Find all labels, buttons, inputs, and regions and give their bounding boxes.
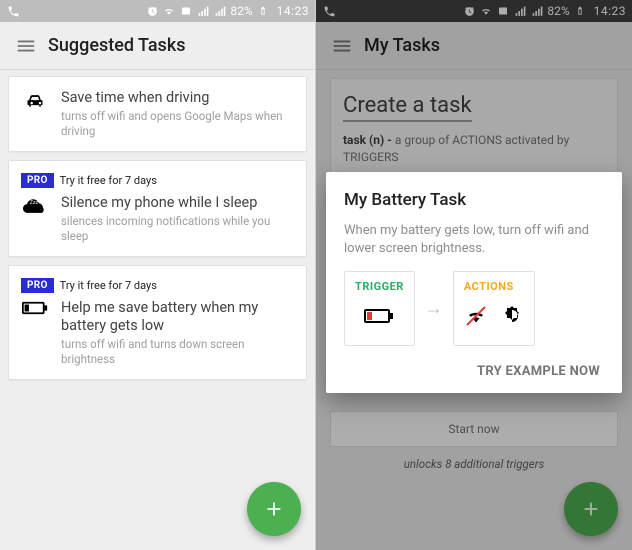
task-subtitle: turns off wifi and turns down screen bri… <box>61 337 294 367</box>
phone-icon <box>6 4 20 18</box>
menu-icon[interactable] <box>8 28 44 64</box>
battery-pct: 82% <box>230 4 252 18</box>
dialog-diagram: TRIGGER → ACTIONS <box>344 271 604 346</box>
dialog-title: My Battery Task <box>344 190 604 210</box>
task-title: Silence my phone while I sleep <box>61 194 294 212</box>
svg-text:Zzz: Zzz <box>30 200 39 206</box>
task-title: Save time when driving <box>61 89 294 107</box>
battery-low-icon <box>21 301 49 315</box>
task-subtitle: turns off wifi and opens Google Maps whe… <box>61 109 294 139</box>
arrow-icon: → <box>425 298 443 319</box>
dialog-description: When my battery gets low, turn off wifi … <box>344 222 604 257</box>
clock-text: 14:23 <box>277 4 309 18</box>
pro-badge: PRO <box>21 278 54 293</box>
task-card[interactable]: Save time when driving turns off wifi an… <box>8 76 307 152</box>
trigger-box: TRIGGER <box>344 271 415 346</box>
screen-suggested-tasks: 82% 14:23 Suggested Tasks Save time when… <box>0 0 316 550</box>
car-icon <box>21 91 49 111</box>
battery-icon <box>256 4 270 18</box>
alarm-icon <box>145 4 159 18</box>
wifi-off-icon <box>464 304 488 332</box>
task-card[interactable]: PRO Try it free for 7 days Help me save … <box>8 265 307 380</box>
trial-text: Try it free for 7 days <box>60 174 157 187</box>
brightness-icon <box>500 304 524 332</box>
task-title: Help me save battery when my battery get… <box>61 299 294 335</box>
pro-badge: PRO <box>21 173 54 188</box>
actions-box: ACTIONS <box>453 271 535 346</box>
task-subtitle: silences incoming notifications while yo… <box>61 214 294 244</box>
trial-text: Try it free for 7 days <box>60 279 157 292</box>
task-card[interactable]: PRO Try it free for 7 days Zzz Silence m… <box>8 160 307 257</box>
example-dialog: My Battery Task When my battery gets low… <box>326 172 622 393</box>
screen-my-tasks: 82% 14:23 My Tasks Create a task task (n… <box>316 0 632 550</box>
try-example-button[interactable]: TRY EXAMPLE NOW <box>344 354 604 383</box>
add-fab[interactable] <box>247 482 301 536</box>
trigger-label: TRIGGER <box>355 280 404 293</box>
sleep-cloud-icon: Zzz <box>21 196 49 214</box>
suggested-list: Save time when driving turns off wifi an… <box>0 70 315 394</box>
wifi-icon <box>162 4 176 18</box>
signal2-icon <box>213 4 227 18</box>
status-bar: 82% 14:23 <box>0 0 315 22</box>
actions-label: ACTIONS <box>464 280 524 293</box>
page-title: Suggested Tasks <box>48 35 185 56</box>
battery-low-icon <box>364 308 394 328</box>
app-bar: Suggested Tasks <box>0 22 315 70</box>
card-icon <box>179 4 193 18</box>
signal-icon <box>196 4 210 18</box>
